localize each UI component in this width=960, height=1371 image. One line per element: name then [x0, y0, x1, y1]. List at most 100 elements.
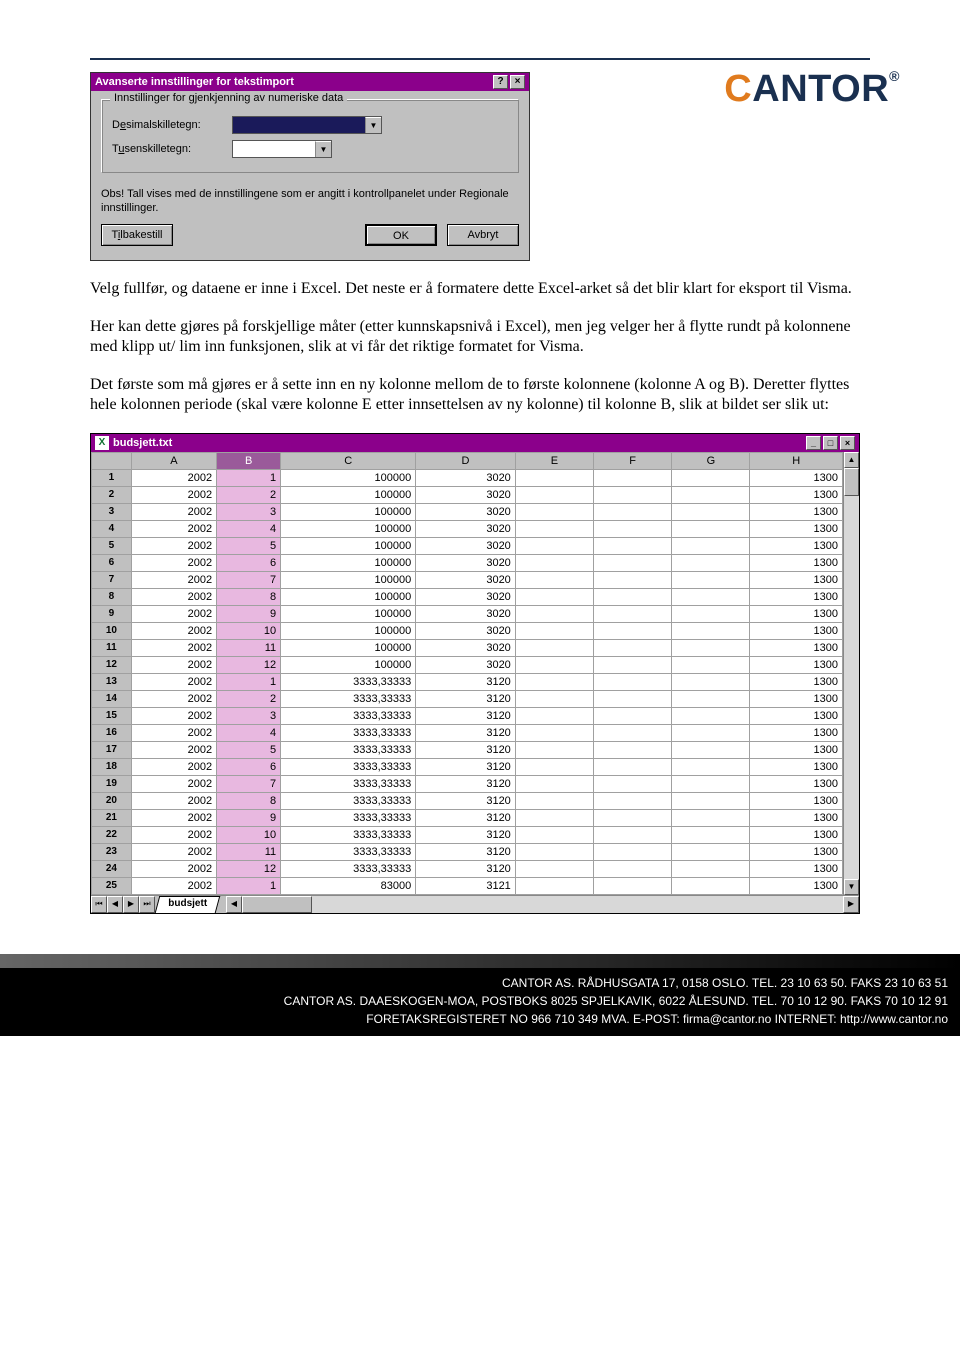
row-header[interactable]: 13	[92, 673, 132, 690]
cell[interactable]	[594, 860, 672, 877]
cell[interactable]	[515, 826, 593, 843]
cell[interactable]: 3120	[416, 707, 516, 724]
cell[interactable]	[515, 758, 593, 775]
cancel-button[interactable]: Avbryt	[447, 224, 519, 246]
sheet-tab[interactable]: budsjett	[155, 896, 220, 913]
cell[interactable]: 2	[217, 690, 281, 707]
cell[interactable]: 100000	[281, 469, 416, 486]
cell[interactable]	[672, 724, 750, 741]
cell[interactable]: 3120	[416, 758, 516, 775]
cell[interactable]	[515, 571, 593, 588]
cell[interactable]	[594, 503, 672, 520]
scroll-thumb[interactable]	[242, 896, 312, 913]
cell[interactable]: 1300	[750, 486, 843, 503]
cell[interactable]: 3020	[416, 469, 516, 486]
cell[interactable]: 1300	[750, 809, 843, 826]
cell[interactable]: 3120	[416, 792, 516, 809]
cell[interactable]	[672, 503, 750, 520]
cell[interactable]	[672, 809, 750, 826]
cell[interactable]: 1300	[750, 605, 843, 622]
cell[interactable]: 3120	[416, 775, 516, 792]
cell[interactable]	[594, 707, 672, 724]
cell[interactable]	[672, 775, 750, 792]
cell[interactable]	[594, 605, 672, 622]
cell[interactable]: 1300	[750, 537, 843, 554]
cell[interactable]: 3120	[416, 826, 516, 843]
cell[interactable]	[515, 877, 593, 894]
cell[interactable]	[515, 707, 593, 724]
cell[interactable]: 7	[217, 571, 281, 588]
cell[interactable]: 1	[217, 877, 281, 894]
cell[interactable]: 1300	[750, 826, 843, 843]
cell[interactable]: 2002	[131, 809, 216, 826]
cell[interactable]: 3333,33333	[281, 860, 416, 877]
cell[interactable]: 12	[217, 860, 281, 877]
cell[interactable]	[672, 469, 750, 486]
chevron-down-icon[interactable]: ▼	[315, 141, 331, 157]
cell[interactable]	[594, 656, 672, 673]
cell[interactable]: 3333,33333	[281, 690, 416, 707]
cell[interactable]: 4	[217, 724, 281, 741]
cell[interactable]: 2002	[131, 775, 216, 792]
cell[interactable]: 2002	[131, 571, 216, 588]
cell[interactable]	[594, 792, 672, 809]
cell[interactable]	[672, 622, 750, 639]
cell[interactable]: 1300	[750, 588, 843, 605]
cell[interactable]: 2002	[131, 843, 216, 860]
cell[interactable]: 2	[217, 486, 281, 503]
cell[interactable]: 100000	[281, 486, 416, 503]
excel-titlebar[interactable]: X budsjett.txt _ □ ×	[91, 434, 859, 452]
column-header-H[interactable]: H	[750, 452, 843, 469]
decimal-separator-combo[interactable]: ▼	[232, 116, 382, 134]
cell[interactable]: 6	[217, 554, 281, 571]
cell[interactable]	[515, 673, 593, 690]
dialog-titlebar[interactable]: Avanserte innstillinger for tekstimport …	[91, 73, 529, 91]
row-header[interactable]: 4	[92, 520, 132, 537]
cell[interactable]	[672, 520, 750, 537]
row-header[interactable]: 23	[92, 843, 132, 860]
cell[interactable]	[594, 673, 672, 690]
cell[interactable]: 3120	[416, 690, 516, 707]
scroll-thumb[interactable]	[844, 468, 859, 496]
cell[interactable]: 2002	[131, 741, 216, 758]
cell[interactable]: 2002	[131, 673, 216, 690]
row-header[interactable]: 20	[92, 792, 132, 809]
cell[interactable]: 7	[217, 775, 281, 792]
cell[interactable]: 100000	[281, 639, 416, 656]
cell[interactable]: 3020	[416, 588, 516, 605]
cell[interactable]: 1300	[750, 656, 843, 673]
cell[interactable]: 1300	[750, 758, 843, 775]
row-header[interactable]: 7	[92, 571, 132, 588]
cell[interactable]: 5	[217, 537, 281, 554]
cell[interactable]	[672, 486, 750, 503]
cell[interactable]: 3120	[416, 860, 516, 877]
scroll-down-icon[interactable]: ▼	[844, 879, 859, 895]
cell[interactable]: 1300	[750, 673, 843, 690]
cell[interactable]: 2002	[131, 826, 216, 843]
cell[interactable]	[515, 537, 593, 554]
thousand-separator-combo[interactable]: ▼	[232, 140, 332, 158]
cell[interactable]: 9	[217, 605, 281, 622]
cell[interactable]: 1300	[750, 520, 843, 537]
chevron-down-icon[interactable]: ▼	[365, 117, 381, 133]
cell[interactable]	[672, 571, 750, 588]
column-header-G[interactable]: G	[672, 452, 750, 469]
cell[interactable]	[515, 860, 593, 877]
cell[interactable]: 3120	[416, 724, 516, 741]
cell[interactable]: 1	[217, 469, 281, 486]
row-header[interactable]: 10	[92, 622, 132, 639]
cell[interactable]: 3333,33333	[281, 775, 416, 792]
last-sheet-icon[interactable]: ⏭	[139, 896, 155, 913]
cell[interactable]	[594, 639, 672, 656]
cell[interactable]	[515, 724, 593, 741]
cell[interactable]: 8	[217, 792, 281, 809]
row-header[interactable]: 12	[92, 656, 132, 673]
cell[interactable]	[672, 758, 750, 775]
cell[interactable]	[515, 656, 593, 673]
cell[interactable]	[515, 605, 593, 622]
cell[interactable]: 100000	[281, 656, 416, 673]
cell[interactable]	[672, 877, 750, 894]
cell[interactable]: 10	[217, 622, 281, 639]
cell[interactable]: 3020	[416, 520, 516, 537]
column-header-F[interactable]: F	[594, 452, 672, 469]
